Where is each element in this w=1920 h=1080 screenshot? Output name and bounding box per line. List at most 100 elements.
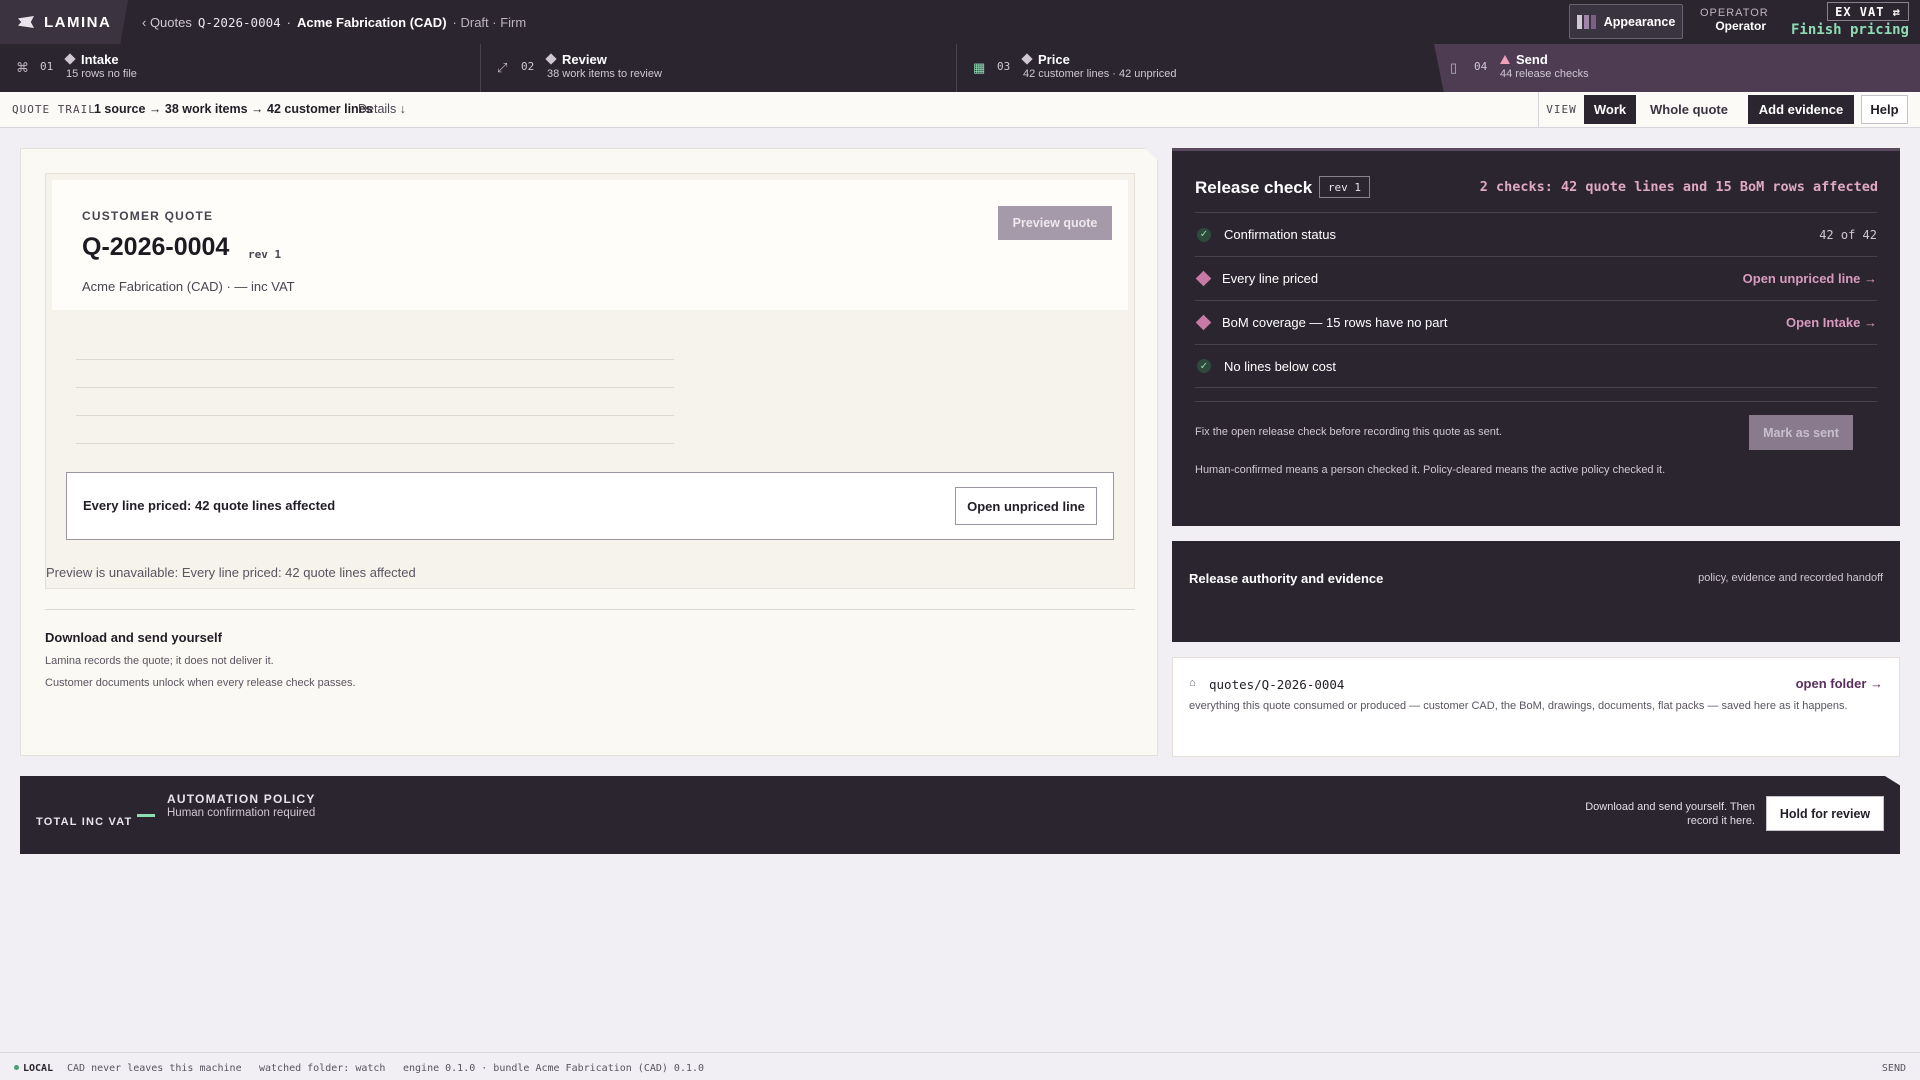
check-pass-icon: ✓	[1197, 227, 1211, 242]
unpriced-alert-text: Every line priced: 42 quote lines affect…	[83, 498, 336, 513]
step-intake[interactable]: ⌘ 01 Intake 15 rows no file	[0, 44, 480, 92]
divider	[45, 609, 1135, 610]
authority-subtitle: policy, evidence and recorded handoff	[1698, 572, 1883, 584]
release-authority-panel[interactable]: Release authority and evidence policy, e…	[1172, 541, 1900, 642]
app-logo[interactable]: LAMINA	[0, 0, 128, 44]
check-row-bom-coverage: BoM coverage — 15 rows have no part Open…	[1195, 300, 1877, 344]
release-check-title: Release check	[1195, 178, 1313, 197]
quote-preview-card: CUSTOMER QUOTE Q-2026-0004 rev 1 Acme Fa…	[45, 173, 1135, 589]
status-engine: engine 0.1.0 · bundle Acme Fabrication (…	[403, 1063, 705, 1074]
folder-description: everything this quote consumed or produc…	[1189, 700, 1848, 712]
price-icon: ▦	[973, 60, 986, 75]
total-inc-vat-label: TOTAL INC VAT	[36, 816, 133, 828]
step-number: 04	[1474, 60, 1488, 73]
operator-label: OPERATOR	[1700, 7, 1769, 19]
help-button[interactable]: Help	[1861, 95, 1908, 124]
placeholder-line	[76, 387, 674, 388]
quote-revision: rev 1	[248, 248, 282, 261]
customer-quote-panel: CUSTOMER QUOTE Q-2026-0004 rev 1 Acme Fa…	[20, 148, 1158, 756]
quote-trail-label: QUOTE TRAIL	[12, 103, 96, 116]
preview-quote-button[interactable]: Preview quote	[998, 206, 1112, 240]
folder-icon: ⌂	[1189, 677, 1196, 689]
divider	[1195, 401, 1877, 402]
finish-pricing-link[interactable]: Finish pricing	[1790, 22, 1909, 38]
status-privacy: CAD never leaves this machine	[67, 1063, 242, 1074]
automation-policy-subtitle: Human confirmation required	[167, 807, 316, 819]
check-pass-icon: ✓	[1197, 359, 1211, 373]
step-subtitle: 44 release checks	[1500, 68, 1589, 80]
release-check-panel: Release check rev 1 2 checks: 42 quote l…	[1172, 148, 1900, 526]
top-bar: LAMINA ‹ Quotes Q-2026-0004 · Acme Fabri…	[0, 0, 1920, 44]
step-subtitle: 38 work items to review	[547, 68, 662, 80]
quote-header: CUSTOMER QUOTE Q-2026-0004 rev 1 Acme Fa…	[52, 180, 1128, 310]
placeholder-line	[76, 415, 674, 416]
total-value-dash	[137, 814, 155, 817]
quote-id: Q-2026-0004	[82, 233, 230, 261]
back-to-quotes-link[interactable]: ‹ Quotes	[142, 15, 192, 30]
placeholder-line	[76, 359, 674, 360]
hold-for-review-button[interactable]: Hold for review	[1766, 796, 1884, 831]
step-number: 03	[997, 60, 1011, 73]
add-evidence-button[interactable]: Add evidence	[1748, 95, 1854, 124]
download-title: Download and send yourself	[45, 630, 222, 645]
unpriced-alert: Every line priced: 42 quote lines affect…	[66, 472, 1114, 540]
local-status: LOCAL	[14, 1063, 53, 1074]
lamina-logo-icon	[18, 16, 34, 28]
appearance-button[interactable]: Appearance	[1569, 4, 1683, 39]
quote-customer-line: Acme Fabrication (CAD) · — inc VAT	[82, 279, 295, 294]
workflow-steps: ⌘ 01 Intake 15 rows no file ⤢ 02 Review …	[0, 44, 1920, 92]
status-watched-folder: watched folder: watch	[259, 1063, 386, 1074]
check-row-every-line-priced: Every line priced Open unpriced line →	[1195, 256, 1877, 300]
release-footnote: Human-confirmed means a person checked i…	[1195, 464, 1666, 476]
trail-details-link[interactable]: Details ↓	[358, 102, 406, 116]
automation-policy-bar: TOTAL INC VAT AUTOMATION POLICY Human co…	[20, 776, 1900, 854]
check-label: Confirmation status	[1224, 227, 1336, 242]
customer-quote-label: CUSTOMER QUOTE	[82, 209, 214, 223]
operator-value: Operator	[1715, 19, 1766, 33]
view-work-tab[interactable]: Work	[1584, 95, 1636, 124]
breadcrumb-separator: ·	[286, 14, 291, 30]
check-row-confirmation: ✓ Confirmation status 42 of 42	[1195, 212, 1877, 256]
check-fail-icon	[1195, 270, 1212, 287]
release-note: Fix the open release check before record…	[1195, 426, 1502, 438]
intake-icon: ⌘	[16, 60, 29, 75]
mark-as-sent-button[interactable]: Mark as sent	[1749, 415, 1853, 450]
placeholder-line	[76, 443, 674, 444]
operator-info: OPERATOR Operator	[1700, 7, 1769, 33]
check-label: BoM coverage — 15 rows have no part	[1222, 315, 1448, 330]
automation-policy-title: AUTOMATION POLICY	[167, 792, 316, 806]
vat-toggle[interactable]: EX VAT ⇄	[1827, 2, 1909, 21]
open-folder-link[interactable]: open folder →	[1796, 676, 1883, 691]
step-review[interactable]: ⤢ 02 Review 38 work items to review	[480, 44, 956, 92]
step-price[interactable]: ▦ 03 Price 42 customer lines · 42 unpric…	[956, 44, 1434, 92]
status-dot-icon	[14, 1065, 19, 1070]
check-row-below-cost: ✓ No lines below cost	[1195, 344, 1877, 388]
step-title: Review	[545, 52, 607, 67]
app-name: LAMINA	[44, 13, 112, 31]
step-number: 02	[521, 60, 535, 73]
step-subtitle: 15 rows no file	[66, 68, 137, 80]
breadcrumb-status: · Draft · Firm	[452, 14, 527, 30]
step-number: 01	[40, 60, 54, 73]
open-intake-link[interactable]: Open Intake →	[1786, 315, 1877, 330]
quote-folder-panel: ⌂ quotes/Q-2026-0004 open folder → every…	[1172, 657, 1900, 757]
download-line-2: Customer documents unlock when every rel…	[45, 677, 356, 689]
status-bar: LOCAL CAD never leaves this machine watc…	[0, 1052, 1920, 1080]
breadcrumb-quote-id: Q-2026-0004	[197, 14, 281, 30]
view-whole-quote-tab[interactable]: Whole quote	[1642, 95, 1736, 124]
step-subtitle: 42 customer lines · 42 unpriced	[1023, 68, 1177, 80]
step-title: Price	[1021, 52, 1070, 67]
breadcrumb-customer: Acme Fabrication (CAD)	[297, 14, 447, 30]
send-icon: ▯	[1450, 60, 1458, 75]
send-instructions: Download and send yourself. Then record …	[1585, 801, 1755, 827]
open-unpriced-line-link[interactable]: Open unpriced line →	[1743, 271, 1877, 286]
quote-trail-path: 1 source → 38 work items → 42 customer l…	[94, 102, 373, 116]
appearance-label: Appearance	[1603, 14, 1676, 29]
view-label: VIEW	[1538, 92, 1584, 127]
review-icon: ⤢	[497, 60, 508, 75]
release-check-summary: 2 checks: 42 quote lines and 15 BoM rows…	[1479, 179, 1878, 195]
download-line-1: Lamina records the quote; it does not de…	[45, 655, 274, 667]
open-unpriced-line-button[interactable]: Open unpriced line	[955, 487, 1097, 525]
check-fail-icon	[1195, 314, 1212, 331]
step-send[interactable]: ▯ 04 Send 44 release checks	[1434, 44, 1920, 92]
